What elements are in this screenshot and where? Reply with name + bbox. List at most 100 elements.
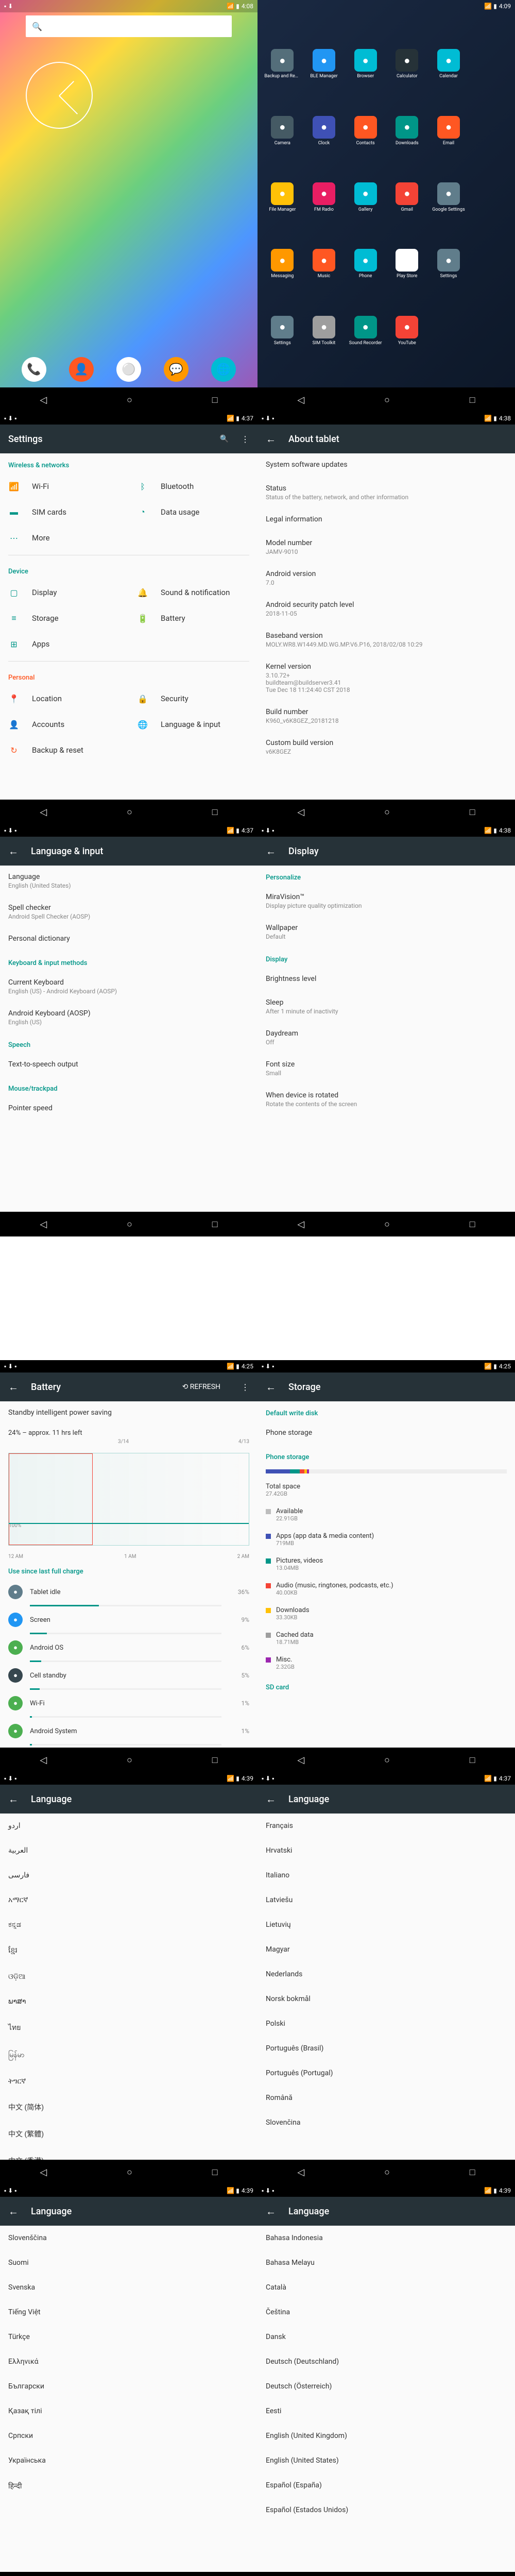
bt-item[interactable]: ᛒBluetooth bbox=[129, 473, 258, 499]
storage-row[interactable]: Available22.91GB bbox=[258, 1502, 515, 1527]
battery-row[interactable]: ●Tablet idle36% bbox=[0, 1580, 258, 1607]
app-messaging[interactable]: ●Messaging bbox=[263, 249, 302, 310]
storage-row[interactable]: Pictures, videos13.04MB bbox=[258, 1552, 515, 1577]
storage-row[interactable]: Cached data18.71MB bbox=[258, 1626, 515, 1651]
phone-icon[interactable]: 📞 bbox=[22, 357, 46, 382]
tts-item[interactable]: Text-to-speech output bbox=[0, 1053, 258, 1077]
language-option[interactable]: English (United States) bbox=[258, 2448, 515, 2473]
language-option[interactable]: Hrvatski bbox=[258, 1838, 515, 1863]
storage-row[interactable]: Misc.2.32GB bbox=[258, 1651, 515, 1675]
back-arrow[interactable]: ← bbox=[8, 1793, 19, 1806]
pointer-item[interactable]: Pointer speed bbox=[0, 1097, 258, 1121]
language-option[interactable]: ខ្មែរ bbox=[0, 1937, 258, 1964]
language-option[interactable]: 中文 (简体) bbox=[0, 2094, 258, 2121]
language-option[interactable]: Română bbox=[258, 2086, 515, 2110]
language-option[interactable]: English (United Kingdom) bbox=[258, 2424, 515, 2448]
language-option[interactable]: Қазақ тілі bbox=[0, 2399, 258, 2424]
language-option[interactable]: አማርኛ bbox=[0, 1888, 258, 1912]
app-backup-and-rest-[interactable]: ●Backup and Rest... bbox=[263, 49, 302, 110]
app-clock[interactable]: ●Clock bbox=[304, 116, 344, 177]
language-option[interactable]: Čeština bbox=[258, 2300, 515, 2325]
app-contacts[interactable]: ●Contacts bbox=[346, 116, 385, 177]
back-btn[interactable]: ◁ bbox=[40, 395, 47, 405]
back-arrow[interactable]: ← bbox=[266, 1793, 276, 1806]
android-kb-item[interactable]: Android Keyboard (AOSP)English (US) bbox=[0, 1002, 258, 1033]
app-file-manager[interactable]: ●File Manager bbox=[263, 182, 302, 244]
app-music[interactable]: ●Music bbox=[304, 249, 344, 310]
app-settings[interactable]: ●Settings bbox=[429, 249, 469, 310]
language-option[interactable]: Tiếng Việt bbox=[0, 2300, 258, 2325]
language-option[interactable]: Magyar bbox=[258, 1937, 515, 1962]
battery-row[interactable]: ●Screen9% bbox=[0, 1607, 258, 1635]
app-calendar[interactable]: ●Calendar bbox=[429, 49, 469, 110]
spell-item[interactable]: Spell checkerAndroid Spell Checker (AOSP… bbox=[0, 896, 258, 927]
language-option[interactable]: 中文 (香港) bbox=[0, 2147, 258, 2160]
language-option[interactable]: Suomi bbox=[0, 2250, 258, 2275]
language-option[interactable]: Polski bbox=[258, 2011, 515, 2036]
language-option[interactable]: မြန်မာ bbox=[0, 2042, 258, 2069]
language-option[interactable]: Deutsch (Österreich) bbox=[258, 2374, 515, 2399]
home-btn[interactable]: ○ bbox=[127, 395, 132, 405]
language-option[interactable]: Nederlands bbox=[258, 1962, 515, 1987]
language-option[interactable]: Lietuvių bbox=[258, 1912, 515, 1937]
language-option[interactable]: Eesti bbox=[258, 2399, 515, 2424]
brightness-item[interactable]: Brightness level bbox=[258, 968, 515, 991]
battery-row[interactable]: ●Android System1% bbox=[0, 1719, 258, 1747]
app-youtube[interactable]: ●YouTube bbox=[387, 316, 427, 377]
current-kb-item[interactable]: Current KeyboardEnglish (US) - Android K… bbox=[0, 971, 258, 1002]
back-arrow[interactable]: ← bbox=[266, 433, 276, 446]
app-gallery[interactable]: ●Gallery bbox=[346, 182, 385, 244]
language-option[interactable]: ትግርኛ bbox=[0, 2069, 258, 2094]
language-option[interactable]: Ελληνικά bbox=[0, 2349, 258, 2374]
wallpaper-item[interactable]: WallpaperDefault bbox=[258, 917, 515, 947]
back-arrow[interactable]: ← bbox=[266, 2205, 276, 2218]
language-option[interactable]: العربية bbox=[0, 1838, 258, 1863]
location-item[interactable]: 📍Location bbox=[0, 686, 129, 711]
app-sim-toolkit[interactable]: ●SIM Toolkit bbox=[304, 316, 344, 377]
accounts-item[interactable]: 👤Accounts bbox=[0, 711, 129, 737]
app-sound-recorder[interactable]: ●Sound Recorder bbox=[346, 316, 385, 377]
language-option[interactable]: Latviešu bbox=[258, 1888, 515, 1912]
language-option[interactable]: اردو bbox=[0, 1814, 258, 1838]
storage-item[interactable]: ≡Storage bbox=[0, 605, 129, 631]
refresh-button[interactable]: ⟲ REFRESH bbox=[182, 1383, 220, 1391]
search-bar[interactable]: 🔍 bbox=[26, 15, 232, 37]
app-drawer-icon[interactable]: ⚪ bbox=[116, 357, 141, 382]
language-option[interactable]: हिन्दी bbox=[0, 2473, 258, 2499]
language-option[interactable]: Español (Estados Unidos) bbox=[258, 2498, 515, 2522]
language-option[interactable]: ພາສາ bbox=[0, 1989, 258, 2014]
rotation-item[interactable]: When device is rotatedRotate the content… bbox=[258, 1084, 515, 1115]
backup-item[interactable]: ↻Backup & reset bbox=[0, 737, 129, 763]
storage-row[interactable]: Apps (app data & media content)719MB bbox=[258, 1527, 515, 1552]
updates-item[interactable]: System software updates bbox=[258, 453, 515, 477]
language-option[interactable]: ไทย bbox=[0, 2014, 258, 2042]
language-option[interactable]: Slovenčina bbox=[258, 2110, 515, 2135]
language-option[interactable]: Deutsch (Deutschland) bbox=[258, 2349, 515, 2374]
language-option[interactable]: Svenska bbox=[0, 2275, 258, 2300]
legal-item[interactable]: Legal information bbox=[258, 508, 515, 532]
back-arrow[interactable]: ← bbox=[266, 845, 276, 858]
language-option[interactable]: Português (Portugal) bbox=[258, 2061, 515, 2086]
security-item[interactable]: 🔒Security bbox=[129, 686, 258, 711]
status-item[interactable]: StatusStatus of the battery, network, an… bbox=[258, 477, 515, 508]
storage-row[interactable]: Audio (music, ringtones, podcasts, etc.)… bbox=[258, 1577, 515, 1601]
language-option[interactable]: Italiano bbox=[258, 1863, 515, 1888]
battery-item[interactable]: 🔋Battery bbox=[129, 605, 258, 631]
app-browser[interactable]: ●Browser bbox=[346, 49, 385, 110]
more-item[interactable]: ⋯More bbox=[0, 525, 129, 551]
apps-item[interactable]: ⊞Apps bbox=[0, 631, 129, 657]
language-option[interactable]: Norsk bokmål bbox=[258, 1987, 515, 2011]
app-fm-radio[interactable]: ●FM Radio bbox=[304, 182, 344, 244]
menu-icon[interactable]: ⋮ bbox=[241, 434, 249, 444]
menu-icon[interactable]: ⋮ bbox=[241, 1382, 249, 1392]
sleep-item[interactable]: SleepAfter 1 minute of inactivity bbox=[258, 991, 515, 1022]
language-option[interactable]: ಕನ್ನಡ bbox=[0, 1912, 258, 1937]
language-option[interactable]: ଓଡ଼ିଆ bbox=[0, 1964, 258, 1989]
language-option[interactable]: Српски bbox=[0, 2424, 258, 2448]
lang-item[interactable]: 🌐Language & input bbox=[129, 711, 258, 737]
language-option[interactable]: Français bbox=[258, 1814, 515, 1838]
app-play-store[interactable]: ●Play Store bbox=[387, 249, 427, 310]
miravision-item[interactable]: MiraVision™Display picture quality optim… bbox=[258, 886, 515, 917]
app-phone[interactable]: ●Phone bbox=[346, 249, 385, 310]
data-item[interactable]: ◔Data usage bbox=[129, 499, 258, 525]
